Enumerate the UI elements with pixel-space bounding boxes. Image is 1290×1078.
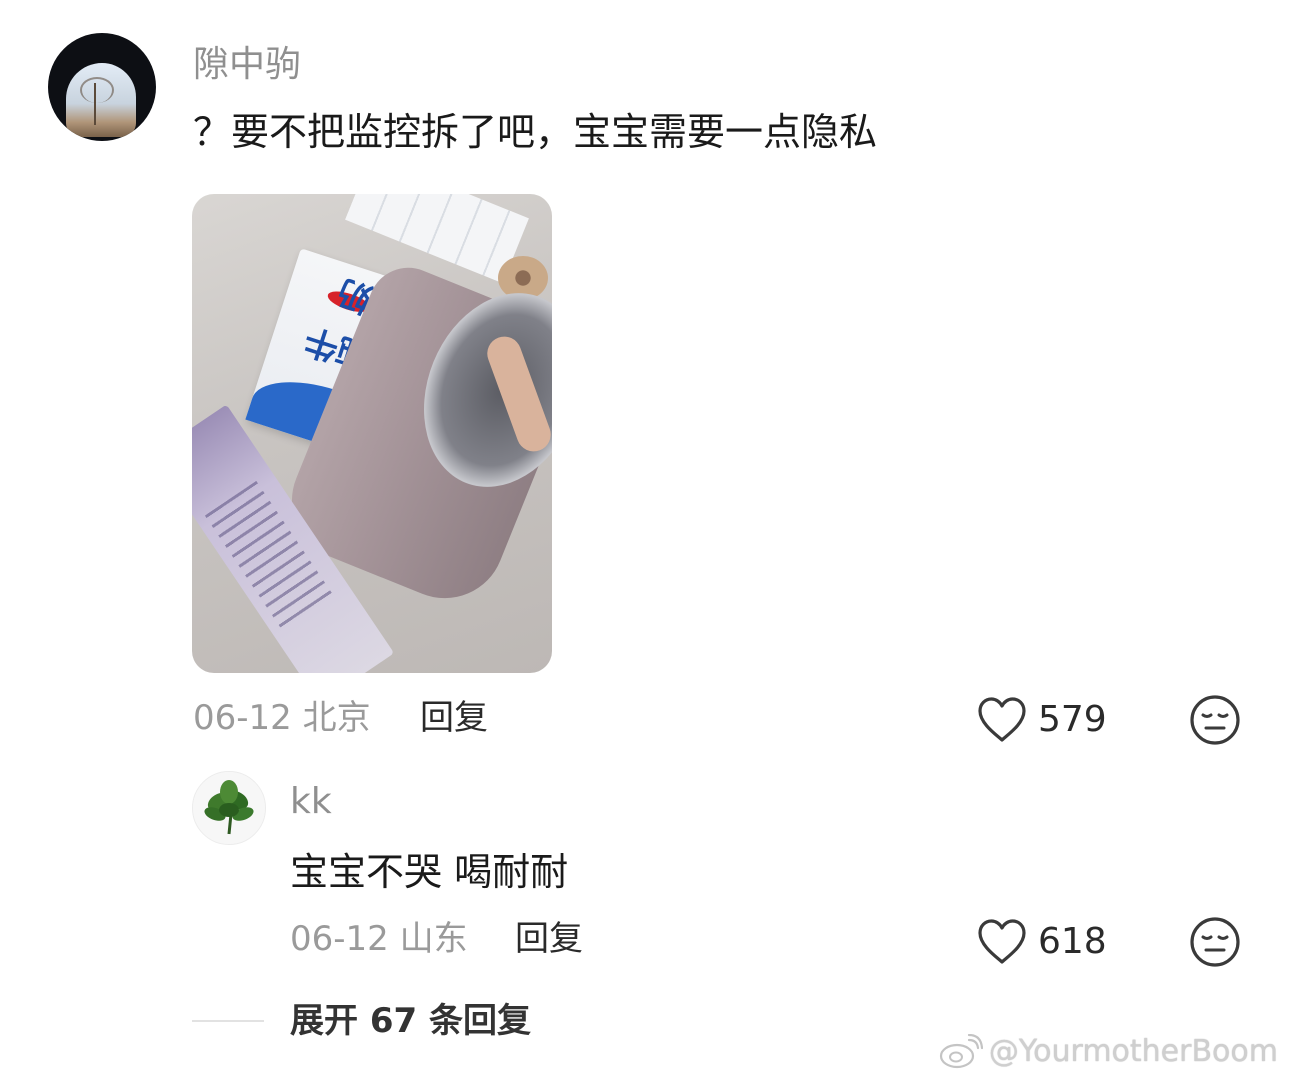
comment-like-button[interactable]: 579 bbox=[976, 694, 1107, 746]
reply-reply-button[interactable]: 回复 bbox=[515, 915, 583, 963]
heart-outline-icon bbox=[978, 919, 1026, 964]
reply-like-button[interactable]: 618 bbox=[976, 916, 1107, 968]
reply-like-count: 618 bbox=[1038, 921, 1107, 962]
reply-text: 宝宝不哭 喝耐耐 bbox=[290, 850, 569, 894]
reply-username[interactable]: kk bbox=[290, 777, 332, 827]
neutral-face-icon[interactable] bbox=[1189, 916, 1241, 968]
avatar-tree-image bbox=[80, 77, 114, 125]
comment-meta: 06-12 北京 bbox=[193, 698, 371, 738]
watermark-text: @YourmotherBoom bbox=[988, 1034, 1278, 1069]
heart-outline-icon bbox=[978, 697, 1026, 742]
comment-text: ？要不把监控拆了吧，宝宝需要一点隐私 bbox=[193, 110, 878, 154]
expand-replies-button[interactable]: 展开 67 条回复 bbox=[290, 996, 531, 1046]
commenter-username[interactable]: 隙中驹 bbox=[193, 38, 301, 92]
weibo-logo-icon bbox=[939, 1034, 983, 1069]
neutral-face-icon[interactable] bbox=[1189, 694, 1241, 746]
watermark: @YourmotherBoom bbox=[939, 1030, 1278, 1074]
reply-meta: 06-12 山东 bbox=[290, 919, 468, 959]
comment-like-count: 579 bbox=[1038, 699, 1107, 740]
leaf-avatar-icon bbox=[193, 772, 265, 844]
comment-reply-button[interactable]: 回复 bbox=[420, 694, 488, 742]
comment-photo[interactable]: 纯牛奶 bbox=[192, 194, 552, 673]
expand-divider bbox=[192, 1020, 264, 1022]
commenter-avatar[interactable] bbox=[48, 33, 156, 141]
reply-avatar[interactable] bbox=[192, 771, 266, 845]
